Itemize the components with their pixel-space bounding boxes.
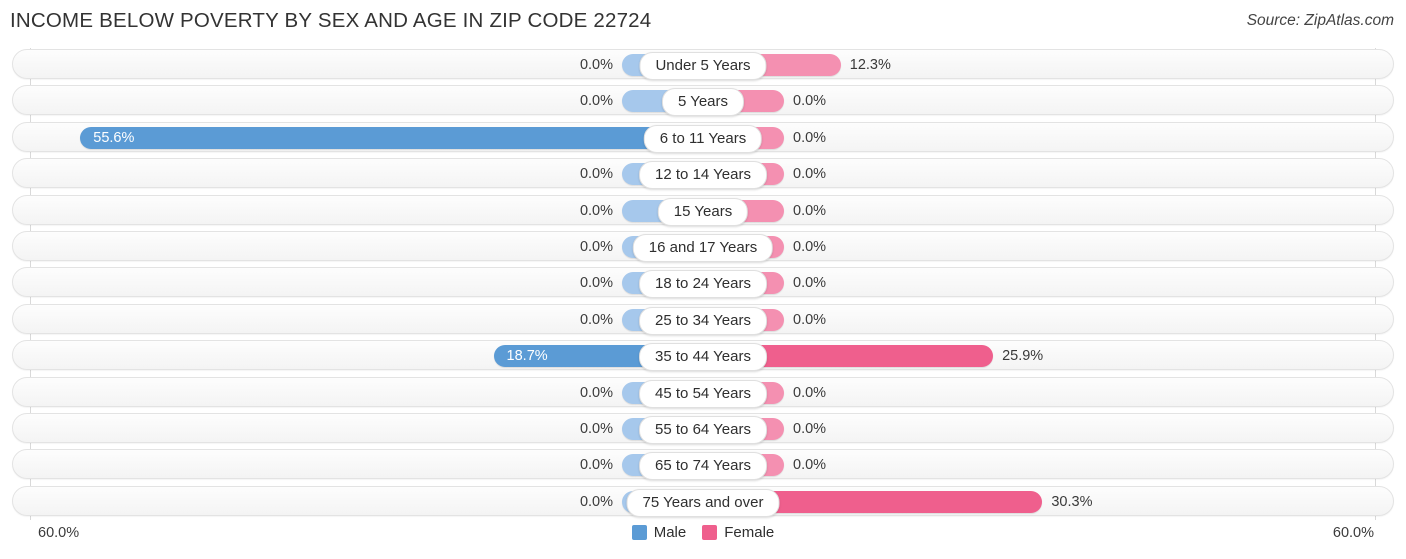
category-label-pill: 5 Years — [661, 88, 745, 117]
value-label-male: 0.0% — [579, 493, 613, 510]
value-label-male: 0.0% — [579, 421, 613, 437]
value-label-female: 12.3% — [849, 57, 891, 73]
category-label-pill: 12 to 14 Years — [639, 161, 767, 190]
value-label-female: 0.0% — [793, 384, 827, 401]
chart-row[interactable]: 0.0% 30.3% 75 Years and over — [12, 485, 1394, 517]
value-label-female: 0.0% — [793, 457, 827, 474]
chart-row[interactable]: 0.0% 0.0% 65 to 74 Years — [12, 449, 1394, 481]
chart-row[interactable]: 0.0% 0.0% 55 to 64 Years — [12, 413, 1394, 444]
category-label-pill: 15 Years — [657, 197, 749, 226]
legend-item-male[interactable]: Male — [631, 524, 687, 541]
chart-row[interactable]: 0.0% 12.3% Under 5 Years — [12, 49, 1394, 80]
category-label-pill: 75 Years and over — [626, 488, 780, 517]
value-label-male: 0.0% — [579, 311, 613, 328]
category-label-pill: 55 to 64 Years — [639, 416, 767, 444]
value-label-female: 0.0% — [793, 421, 827, 437]
value-label-female: 0.0% — [793, 311, 827, 328]
category-label-pill: 18 to 24 Years — [639, 270, 767, 299]
chart-row[interactable]: 0.0% 0.0% 25 to 34 Years — [12, 303, 1394, 335]
category-label-pill: 35 to 44 Years — [639, 343, 767, 372]
category-label-pill: 6 to 11 Years — [643, 124, 763, 153]
category-label-pill: Under 5 Years — [639, 52, 767, 80]
legend-item-female[interactable]: Female — [702, 524, 774, 541]
value-label-female: 30.3% — [1051, 493, 1093, 510]
value-label-female: 0.0% — [793, 275, 827, 292]
value-label-female: 0.0% — [793, 166, 827, 183]
value-label-female: 0.0% — [793, 129, 827, 146]
source-attribution: Source: ZipAtlas.com — [1246, 12, 1394, 29]
value-label-male: 0.0% — [579, 202, 613, 219]
legend-label-female: Female — [724, 524, 775, 541]
chart-row[interactable]: 55.6% 0.0% 6 to 11 Years — [12, 121, 1394, 153]
value-label-female: 25.9% — [1002, 348, 1044, 365]
legend-label-male: Male — [653, 524, 687, 541]
chart-row[interactable]: 18.7% 25.9% 35 to 44 Years — [12, 340, 1394, 372]
category-label-pill: 16 and 17 Years — [632, 234, 774, 262]
chart-page: INCOME BELOW POVERTY BY SEX AND AGE IN Z… — [0, 0, 1406, 559]
value-label-male: 0.0% — [579, 93, 613, 110]
value-label-male: 0.0% — [579, 57, 613, 73]
chart-row[interactable]: 0.0% 0.0% 5 Years — [12, 85, 1394, 117]
value-label-male: 0.0% — [579, 384, 613, 401]
value-label-male: 55.6% — [93, 129, 135, 146]
value-label-male: 18.7% — [506, 348, 548, 365]
chart-legend: Male Female — [0, 524, 1406, 541]
value-label-female: 0.0% — [793, 239, 827, 255]
category-label-pill: 65 to 74 Years — [639, 452, 767, 481]
chart-plot-area: 0.0% 12.3% Under 5 Years 0.0% 0.0% 5 Years 55.… — [0, 48, 1406, 520]
legend-swatch-male-icon — [631, 525, 647, 540]
chart-footer: 60.0% 60.0% Male Female — [0, 520, 1406, 559]
chart-header: INCOME BELOW POVERTY BY SEX AND AGE IN Z… — [0, 0, 1406, 44]
category-label-pill: 25 to 34 Years — [639, 306, 767, 335]
value-label-male: 0.0% — [579, 239, 613, 255]
chart-row[interactable]: 0.0% 0.0% 18 to 24 Years — [12, 267, 1394, 299]
value-label-female: 0.0% — [793, 93, 827, 110]
chart-row[interactable]: 0.0% 0.0% 15 Years — [12, 194, 1394, 226]
value-label-male: 0.0% — [579, 275, 613, 292]
value-label-female: 0.0% — [793, 202, 827, 219]
category-label-pill: 45 to 54 Years — [639, 379, 767, 408]
chart-row[interactable]: 0.0% 0.0% 16 and 17 Years — [12, 231, 1394, 262]
value-label-male: 0.0% — [579, 166, 613, 183]
legend-swatch-female-icon — [702, 525, 718, 540]
chart-row[interactable]: 0.0% 0.0% 12 to 14 Years — [12, 158, 1394, 190]
value-label-male: 0.0% — [579, 457, 613, 474]
bar-male[interactable] — [80, 126, 703, 149]
chart-row[interactable]: 0.0% 0.0% 45 to 54 Years — [12, 376, 1394, 408]
page-title: INCOME BELOW POVERTY BY SEX AND AGE IN Z… — [10, 9, 652, 32]
